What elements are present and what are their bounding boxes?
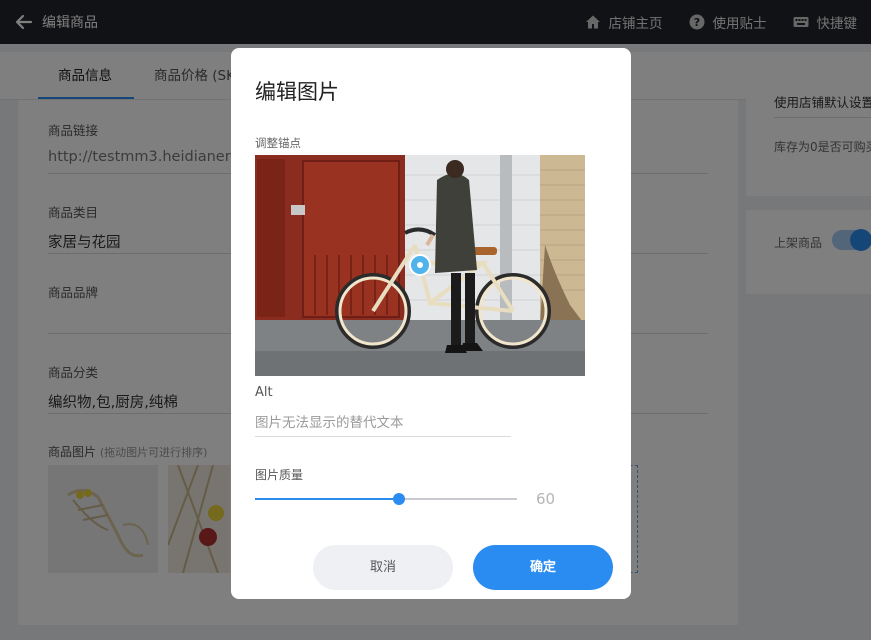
cancel-button[interactable]: 取消 <box>313 545 453 590</box>
slider-fill <box>255 498 399 500</box>
edit-image-dialog: 编辑图片 调整锚点 Alt 图片无法显示的替代文本 图片质量 60 取消 确定 <box>231 48 631 599</box>
alt-text-input[interactable] <box>255 410 511 437</box>
confirm-button[interactable]: 确定 <box>473 545 613 590</box>
quality-label: 图片质量 <box>255 468 304 482</box>
anchor-image[interactable] <box>255 155 585 376</box>
quality-slider[interactable] <box>255 492 517 506</box>
slider-thumb[interactable] <box>393 493 405 505</box>
alt-label: Alt <box>255 385 273 400</box>
quality-value: 60 <box>536 490 556 508</box>
anchor-label: 调整锚点 <box>255 136 301 150</box>
dialog-title: 编辑图片 <box>255 80 339 104</box>
